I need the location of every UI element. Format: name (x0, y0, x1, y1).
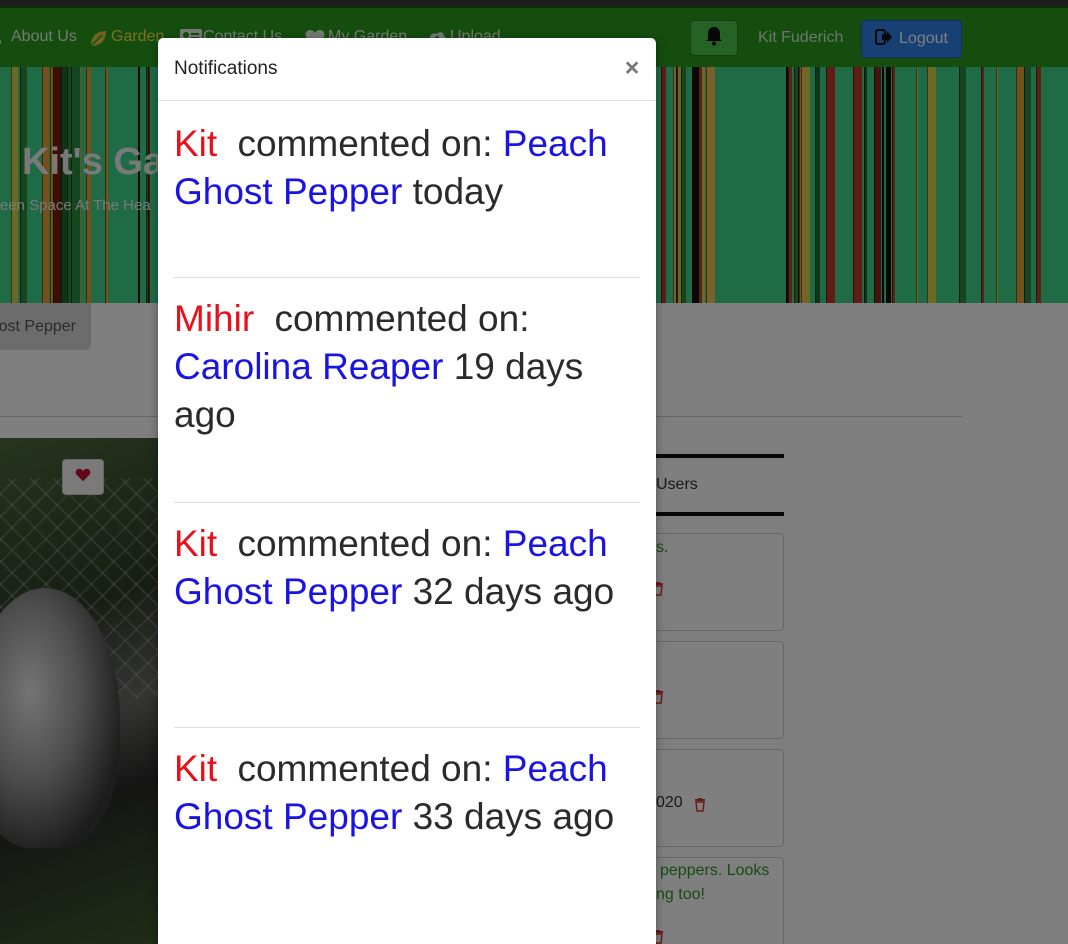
notification-time: 33 days ago (412, 796, 615, 837)
notification-item: Kit commented on: Peach Ghost Pepper 32 … (174, 520, 640, 616)
notification-user[interactable]: Kit (174, 523, 217, 564)
notification-user[interactable]: Mihir (174, 298, 254, 339)
notification-time: 32 days ago (412, 571, 615, 612)
modal-header: Notifications × (158, 38, 656, 101)
notification-user[interactable]: Kit (174, 748, 217, 789)
notification-action: commented on: (237, 123, 493, 164)
notification-time: today (412, 171, 504, 212)
notification-separator (174, 727, 640, 728)
notification-action: commented on: (237, 523, 493, 564)
notification-item: Kit commented on: Peach Ghost Pepper 33 … (174, 745, 640, 841)
notification-item: Kit commented on: Peach Ghost Pepper tod… (174, 120, 640, 216)
notification-separator (174, 277, 640, 278)
modal-title: Notifications (174, 58, 278, 79)
notification-user[interactable]: Kit (174, 123, 217, 164)
notification-item: Mihir commented on: Carolina Reaper 19 d… (174, 295, 640, 439)
notification-separator (174, 502, 640, 503)
page: About Us Garden Contact Us My Garden Upl… (0, 0, 1068, 944)
notifications-modal: Notifications × Kit commented on: Peach … (158, 38, 656, 944)
notification-action: commented on: (274, 298, 530, 339)
notification-plant-link[interactable]: Carolina Reaper (174, 346, 443, 387)
notification-action: commented on: (237, 748, 493, 789)
close-button[interactable]: × (621, 53, 643, 83)
